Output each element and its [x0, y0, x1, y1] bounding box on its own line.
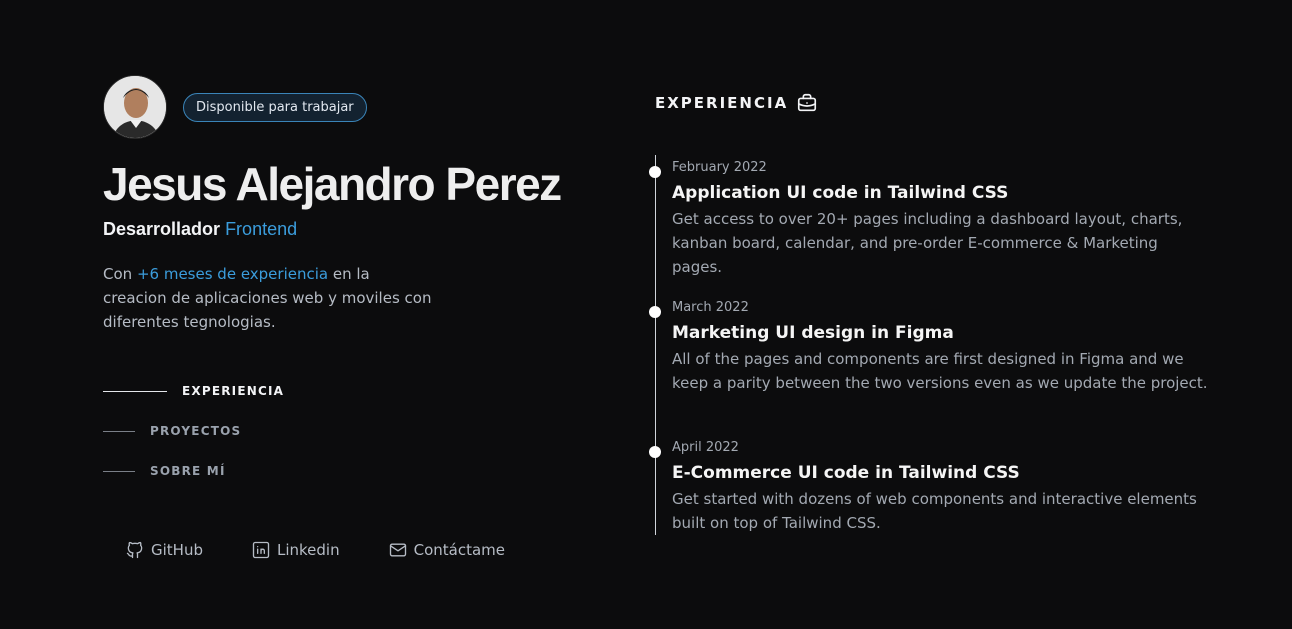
profile-header: Disponible para trabajar — [103, 75, 563, 139]
linkedin-icon — [252, 541, 270, 559]
timeline-dot — [649, 166, 661, 178]
briefcase-icon — [798, 93, 817, 112]
portfolio-page: Disponible para trabajar Jesus Alejandro… — [0, 0, 1292, 629]
timeline-title: E-Commerce UI code in Tailwind CSS — [672, 463, 1020, 483]
bio-prefix: Con — [103, 265, 133, 283]
role-accent: Frontend — [225, 219, 298, 239]
experience-heading-label: EXPERIENCIA — [655, 94, 789, 112]
timeline-dot — [649, 446, 661, 458]
bio-accent: +6 meses de experiencia — [136, 265, 329, 283]
nav-indicator-line — [103, 470, 135, 472]
nav-item-experiencia[interactable]: EXPERIENCIA — [103, 381, 284, 401]
nav-label: EXPERIENCIA — [182, 384, 285, 398]
github-icon — [126, 541, 143, 559]
nav-item-proyectos[interactable]: PROYECTOS — [103, 421, 284, 441]
profile-role: Desarrollador Frontend — [103, 219, 563, 240]
nav-item-sobre-mi[interactable]: SOBRE MÍ — [103, 461, 284, 481]
role-prefix: Desarrollador — [103, 219, 221, 239]
availability-badge: Disponible para trabajar — [183, 92, 367, 122]
profile-bio: Con +6 meses de experiencia en la creaci… — [103, 262, 433, 334]
timeline-description: Get started with dozens of web component… — [672, 490, 1197, 532]
profile-section: Disponible para trabajar Jesus Alejandro… — [103, 75, 563, 334]
timeline-title: Application UI code in Tailwind CSS — [672, 183, 1009, 203]
github-label: GitHub — [151, 541, 203, 559]
experience-heading: EXPERIENCIA — [655, 92, 818, 114]
timeline-item: February 2022 Application UI code in Tai… — [649, 160, 1212, 279]
timeline-item: March 2022 Marketing UI design in Figma … — [649, 300, 1212, 395]
timeline-item-body: March 2022 Marketing UI design in Figma … — [672, 300, 1212, 395]
nav-label: SOBRE MÍ — [150, 464, 226, 478]
timeline-item-body: February 2022 Application UI code in Tai… — [672, 160, 1212, 279]
timeline-date: April 2022 — [672, 440, 739, 455]
nav-indicator-line — [103, 390, 167, 392]
nav-label: PROYECTOS — [150, 424, 242, 438]
linkedin-label: Linkedin — [276, 541, 340, 559]
timeline-date: February 2022 — [672, 160, 767, 175]
timeline-date: March 2022 — [672, 300, 749, 315]
timeline-description: Get access to over 20+ pages including a… — [672, 210, 1183, 276]
avatar — [103, 75, 167, 139]
section-nav: EXPERIENCIA PROYECTOS SOBRE MÍ — [103, 381, 284, 501]
timeline-item-body: April 2022 E-Commerce UI code in Tailwin… — [672, 440, 1212, 535]
profile-name: Jesus Alejandro Perez — [103, 158, 562, 210]
timeline-description: All of the pages and components are firs… — [672, 350, 1208, 392]
avatar-photo — [104, 76, 166, 138]
timeline-dot — [649, 306, 661, 318]
mail-icon — [389, 543, 406, 557]
social-links: GitHub Linkedin Contáctame — [125, 540, 553, 560]
contact-label: Contáctame — [413, 541, 505, 559]
github-link[interactable]: GitHub — [125, 540, 203, 560]
timeline-item: April 2022 E-Commerce UI code in Tailwin… — [649, 440, 1212, 535]
contact-link[interactable]: Contáctame — [388, 540, 505, 560]
timeline-title: Marketing UI design in Figma — [672, 323, 954, 343]
nav-indicator-line — [103, 430, 135, 432]
experience-timeline: February 2022 Application UI code in Tai… — [649, 155, 1215, 535]
linkedin-link[interactable]: Linkedin — [251, 540, 340, 560]
